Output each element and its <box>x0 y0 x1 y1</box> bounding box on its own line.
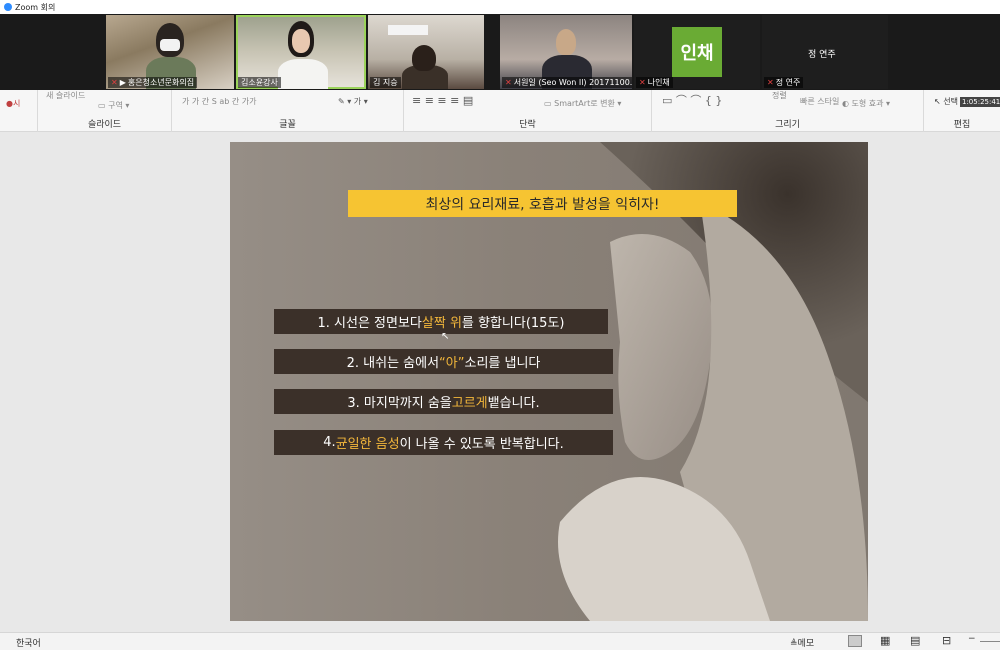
participant-tile-active-speaker[interactable]: 김소윤강사 <box>236 15 366 89</box>
ribbon-group-label: 단락 <box>519 120 536 130</box>
language-indicator[interactable]: 한국어 <box>16 636 41 649</box>
ribbon-group-label: 글꼴 <box>279 120 296 130</box>
slide-title: 최상의 요리재료, 호흡과 발성을 익히자! <box>348 190 737 217</box>
mic-muted-icon: ✕ <box>505 78 512 87</box>
participant-name: 김소윤강사 <box>238 77 281 88</box>
participant-tile[interactable]: ✕ 서원일 (Seo Won Il) 20171100... <box>500 15 632 89</box>
section-button[interactable]: ▭ 구역 ▾ <box>98 100 129 111</box>
presentation-slide[interactable]: 최상의 요리재료, 호흡과 발성을 익히자! 1. 시선은 정면보다 살짝 위를… <box>230 142 868 621</box>
ribbon-group-drawing: ▭ ⌒ ⌒ { } 정렬 빠른 스타일 ◐ 도형 효과 ▾ 그리기 <box>652 90 924 132</box>
quick-styles-button[interactable]: 빠른 스타일 <box>800 96 839 107</box>
zoom-logo-icon <box>4 3 12 11</box>
zoom-title-bar: Zoom 회의 <box>0 0 1000 14</box>
participant-tile[interactable]: 김 지승 <box>368 15 484 89</box>
align-buttons[interactable]: ≡ ≡ ≡ ≡ ▤ <box>412 94 473 107</box>
window-title: Zoom 회의 <box>15 2 56 12</box>
participant-display-name: 정 연주 <box>808 50 836 60</box>
participant-name: ✕ ▶ 홍은청소년문화의집 <box>108 77 198 88</box>
participant-name: ✕ 정 연주 <box>764 77 804 88</box>
ribbon: ●시 새 슬라이드 ▭ 구역 ▾ 슬라이드 가 가 간 S ab 간 가가 ✎ … <box>0 90 1000 132</box>
step-item: 4. 균일한 음성 이 나올 수 있도록 반복합니다. <box>274 430 613 455</box>
participant-name: 김 지승 <box>370 77 401 88</box>
ribbon-group-label: 슬라이드 <box>87 120 122 130</box>
mic-muted-icon: ✕ <box>767 78 774 87</box>
mic-muted-icon: ✕ <box>111 78 118 87</box>
ribbon-group-label: 그리기 <box>775 120 800 130</box>
slide-workspace: 최상의 요리재료, 호흡과 발성을 익히자! 1. 시선은 정면보다 살짝 위를… <box>0 132 1000 632</box>
new-slide-button[interactable]: 새 슬라이드 <box>46 90 85 101</box>
mouse-cursor-icon: ↖ <box>441 331 450 342</box>
shapes-gallery[interactable]: ▭ ⌒ ⌒ { } <box>662 92 722 108</box>
font-color-button[interactable]: ✎ ▾ 가 ▾ <box>338 96 368 107</box>
font-format-buttons[interactable]: 가 가 간 S ab 간 가가 <box>182 96 256 107</box>
ribbon-group-clipboard: ●시 <box>0 90 38 132</box>
ribbon-group-paragraph: ≡ ≡ ≡ ≡ ▤ ▭ SmartArt로 변환 ▾ 단락 <box>404 90 652 132</box>
slideshow-icon[interactable]: ⊟ <box>942 634 951 647</box>
status-bar: 한국어 ≜메모 ▦ ▤ ⊟ − <box>0 632 1000 650</box>
step-item: 3. 마지막까지 숨을 고르게 뱉습니다. <box>274 389 613 414</box>
reading-view-icon[interactable]: ▤ <box>910 634 920 647</box>
participant-name: ✕ 서원일 (Seo Won Il) 20171100... <box>502 77 632 88</box>
recording-timer: 1:05:25:41 <box>960 97 1000 107</box>
participant-tile[interactable]: ✕ ▶ 홍은청소년문화의집 <box>106 15 234 89</box>
slide-sorter-icon[interactable]: ▦ <box>880 634 890 647</box>
step-item: 2. 내쉬는 숨에서 “아” 소리를 냅니다 <box>274 349 613 374</box>
smartart-button[interactable]: ▭ SmartArt로 변환 ▾ <box>544 98 621 109</box>
reset-icon[interactable]: ●시 <box>6 98 20 109</box>
ribbon-group-label: 편집 <box>953 120 971 130</box>
shape-effects-button[interactable]: ◐ 도형 효과 ▾ <box>842 98 890 109</box>
notes-button[interactable]: ≜메모 <box>790 636 814 649</box>
participant-name: ✕ 나인채 <box>636 77 673 88</box>
zoom-out-icon[interactable]: − <box>968 634 976 644</box>
arrange-button[interactable]: 정렬 <box>772 90 787 101</box>
normal-view-icon[interactable] <box>848 635 862 647</box>
ribbon-group-slides: 새 슬라이드 ▭ 구역 ▾ 슬라이드 <box>38 90 172 132</box>
mic-muted-icon: ✕ <box>639 78 646 87</box>
zoom-slider[interactable] <box>980 641 1000 642</box>
ribbon-group-font: 가 가 간 S ab 간 가가 ✎ ▾ 가 ▾ 글꼴 <box>172 90 404 132</box>
participant-avatar: 인채 <box>672 27 722 77</box>
participant-strip: ✕ ▶ 홍은청소년문화의집 김소윤강사 김 지승 ✕ 서원일 (Seo Won Il… <box>0 14 1000 90</box>
select-button[interactable]: ↖ 선택 <box>934 96 958 107</box>
